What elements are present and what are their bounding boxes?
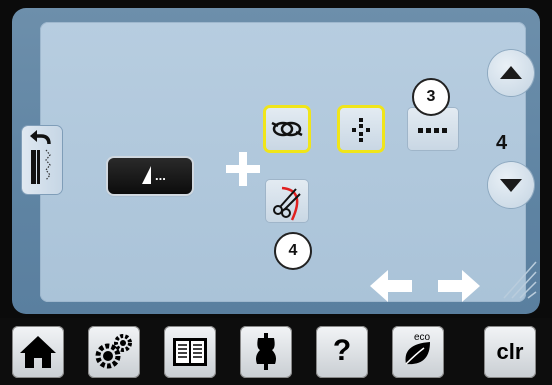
securing-stitch-button[interactable] — [266, 108, 308, 150]
resize-grip-icon — [503, 261, 537, 299]
cutter-badge: 4 — [274, 232, 312, 270]
arrow-right-icon — [438, 270, 480, 302]
dress-form-icon — [256, 333, 276, 370]
creative-consultant-button[interactable] — [240, 326, 292, 378]
forward-arrow-button[interactable] — [436, 266, 482, 306]
help-label: ? — [332, 334, 352, 367]
plus-icon — [226, 152, 260, 186]
return-arrow-icon — [30, 130, 51, 184]
thread-cutter-button[interactable] — [266, 180, 308, 222]
setup-button[interactable] — [88, 326, 140, 378]
triangle-down-icon — [500, 179, 522, 192]
stitch-display-label: ... — [155, 168, 166, 183]
stitch-display[interactable]: ... — [108, 158, 192, 194]
eco-button[interactable]: eco — [392, 326, 444, 378]
back-arrow-button[interactable] — [368, 266, 414, 306]
help-button[interactable]: ? — [316, 326, 368, 378]
stepper-value: 4 — [496, 132, 508, 154]
gears-icon — [95, 334, 132, 369]
stitch-triangle-icon — [142, 166, 151, 184]
clear-button[interactable]: clr — [484, 326, 536, 378]
knot-icon — [271, 121, 303, 137]
count-badge: 3 — [412, 78, 450, 116]
arrow-left-icon — [370, 270, 412, 302]
book-icon — [173, 338, 207, 366]
increase-button[interactable] — [488, 50, 534, 96]
triangle-up-icon — [500, 66, 522, 79]
tutorial-button[interactable] — [164, 326, 216, 378]
main-screen: ... 3 4 4 — [12, 8, 540, 314]
decrease-button[interactable] — [488, 162, 534, 208]
scissors-icon — [273, 186, 301, 221]
back-button[interactable] — [22, 126, 62, 194]
clear-label: clr — [496, 339, 524, 364]
tie-off-button[interactable] — [340, 108, 382, 150]
home-icon — [20, 336, 56, 368]
eco-label: eco — [414, 332, 431, 343]
home-button[interactable] — [12, 326, 64, 378]
dotted-cross-icon — [352, 118, 370, 142]
